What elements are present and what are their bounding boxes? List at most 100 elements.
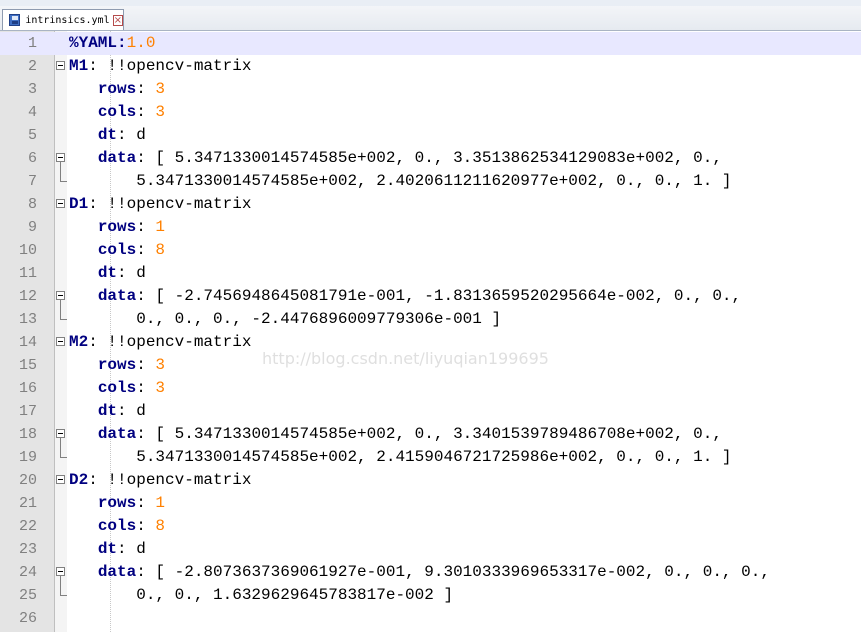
token-plain: : <box>136 517 156 535</box>
line-text: rows: 3 <box>69 78 165 101</box>
fold-collapse-icon[interactable] <box>56 291 65 300</box>
token-key: dt <box>97 540 118 558</box>
line-number: 3 <box>27 81 37 98</box>
line-text: dt: d <box>69 400 146 423</box>
tab-intrinsics-yml[interactable]: intrinsics.yml × <box>2 9 124 30</box>
code-line[interactable]: 3 rows: 3 <box>0 78 861 101</box>
line-number: 1 <box>27 35 37 52</box>
fold-end-marker <box>60 584 67 596</box>
line-text: rows: 3 <box>69 354 165 377</box>
line-number: 18 <box>18 426 37 443</box>
code-line[interactable]: 9 rows: 1 <box>0 216 861 239</box>
token-plain: : d <box>117 126 146 144</box>
token-plain: : d <box>117 264 146 282</box>
fold-collapse-icon[interactable] <box>56 337 65 346</box>
token-num: 1 <box>155 494 166 512</box>
token-num: 3 <box>155 103 166 121</box>
line-number: 23 <box>18 541 37 558</box>
code-line[interactable]: 26 <box>0 607 861 630</box>
code-line[interactable]: 25 0., 0., 1.6329629645783817e-002 ] <box>0 584 861 607</box>
code-line[interactable]: 5 dt: d <box>0 124 861 147</box>
code-line[interactable]: 7 5.3471330014574585e+002, 2.40206112116… <box>0 170 861 193</box>
line-number: 19 <box>18 449 37 466</box>
token-key: cols <box>97 517 137 535</box>
code-line[interactable]: 12 data: [ -2.7456948645081791e-001, -1.… <box>0 285 861 308</box>
code-line[interactable]: 4 cols: 3 <box>0 101 861 124</box>
line-number: 22 <box>18 518 37 535</box>
code-line[interactable]: 16 cols: 3 <box>0 377 861 400</box>
line-text: D2: !!opencv-matrix <box>69 469 251 492</box>
code-line[interactable]: 19 5.3471330014574585e+002, 2.4159046721… <box>0 446 861 469</box>
line-text: 0., 0., 1.6329629645783817e-002 ] <box>69 584 453 607</box>
tab-bar: intrinsics.yml × <box>0 6 861 31</box>
code-line[interactable]: 22 cols: 8 <box>0 515 861 538</box>
fold-collapse-icon[interactable] <box>56 475 65 484</box>
code-line[interactable]: 23 dt: d <box>0 538 861 561</box>
line-number: 16 <box>18 380 37 397</box>
line-number: 15 <box>18 357 37 374</box>
line-text: rows: 1 <box>69 216 165 239</box>
token-plain: : <box>136 80 156 98</box>
code-line[interactable]: 21 rows: 1 <box>0 492 861 515</box>
tab-label: intrinsics.yml <box>25 14 110 26</box>
fold-collapse-icon[interactable] <box>56 153 65 162</box>
line-text: M2: !!opencv-matrix <box>69 331 251 354</box>
fold-end-marker <box>60 308 67 320</box>
line-number: 14 <box>18 334 37 351</box>
code-line[interactable]: 1 %YAML:1.0 <box>0 32 861 55</box>
line-text: cols: 8 <box>69 515 165 538</box>
token-key: data <box>97 287 137 305</box>
token-plain: : !!opencv-matrix <box>88 57 252 75</box>
code-line[interactable]: 10 cols: 8 <box>0 239 861 262</box>
code-line[interactable]: 6 data: [ 5.3471330014574585e+002, 0., 3… <box>0 147 861 170</box>
fold-collapse-icon[interactable] <box>56 199 65 208</box>
close-icon[interactable]: × <box>112 14 123 26</box>
fold-end-marker <box>60 170 67 182</box>
line-text: cols: 8 <box>69 239 165 262</box>
code-line[interactable]: 20 D2: !!opencv-matrix <box>0 469 861 492</box>
line-text: cols: 3 <box>69 101 165 124</box>
token-key: rows <box>97 80 137 98</box>
code-line[interactable]: 24 data: [ -2.8073637369061927e-001, 9.3… <box>0 561 861 584</box>
token-plain: : [ 5.3471330014574585e+002, 0., 3.35138… <box>136 149 722 167</box>
line-text: %YAML:1.0 <box>69 32 155 55</box>
token-key: rows <box>97 356 137 374</box>
token-key: dt <box>97 402 118 420</box>
token-key: cols <box>97 103 137 121</box>
line-number: 12 <box>18 288 37 305</box>
fold-collapse-icon[interactable] <box>56 429 65 438</box>
code-line[interactable]: 11 dt: d <box>0 262 861 285</box>
line-text: data: [ 5.3471330014574585e+002, 0., 3.3… <box>69 423 722 446</box>
code-line[interactable]: 13 0., 0., 0., -2.4476896009779306e-001 … <box>0 308 861 331</box>
token-key: data <box>97 149 137 167</box>
line-text: dt: d <box>69 538 146 561</box>
code-line[interactable]: 18 data: [ 5.3471330014574585e+002, 0., … <box>0 423 861 446</box>
line-text: 0., 0., 0., -2.4476896009779306e-001 ] <box>69 308 501 331</box>
code-line[interactable]: 8 D1: !!opencv-matrix <box>0 193 861 216</box>
token-key: D1 <box>69 195 89 213</box>
line-text: 5.3471330014574585e+002, 2.4159046721725… <box>69 446 732 469</box>
token-num: 8 <box>155 241 166 259</box>
token-plain: : <box>136 494 156 512</box>
line-number: 20 <box>18 472 37 489</box>
fold-collapse-icon[interactable] <box>56 61 65 70</box>
token-key: M1 <box>69 57 89 75</box>
token-plain: 5.3471330014574585e+002, 2.4159046721725… <box>69 448 732 466</box>
code-line[interactable]: 2 M1: !!opencv-matrix <box>0 55 861 78</box>
code-line[interactable]: 17 dt: d <box>0 400 861 423</box>
fold-collapse-icon[interactable] <box>56 567 65 576</box>
token-plain: 0., 0., 0., -2.4476896009779306e-001 ] <box>69 310 502 328</box>
code-editor[interactable]: 1 %YAML:1.0 2 M1: !!opencv-matrix 3 rows: 34… <box>0 31 861 632</box>
line-number: 25 <box>18 587 37 604</box>
fold-guide-line <box>60 576 61 595</box>
line-number: 8 <box>27 196 37 213</box>
